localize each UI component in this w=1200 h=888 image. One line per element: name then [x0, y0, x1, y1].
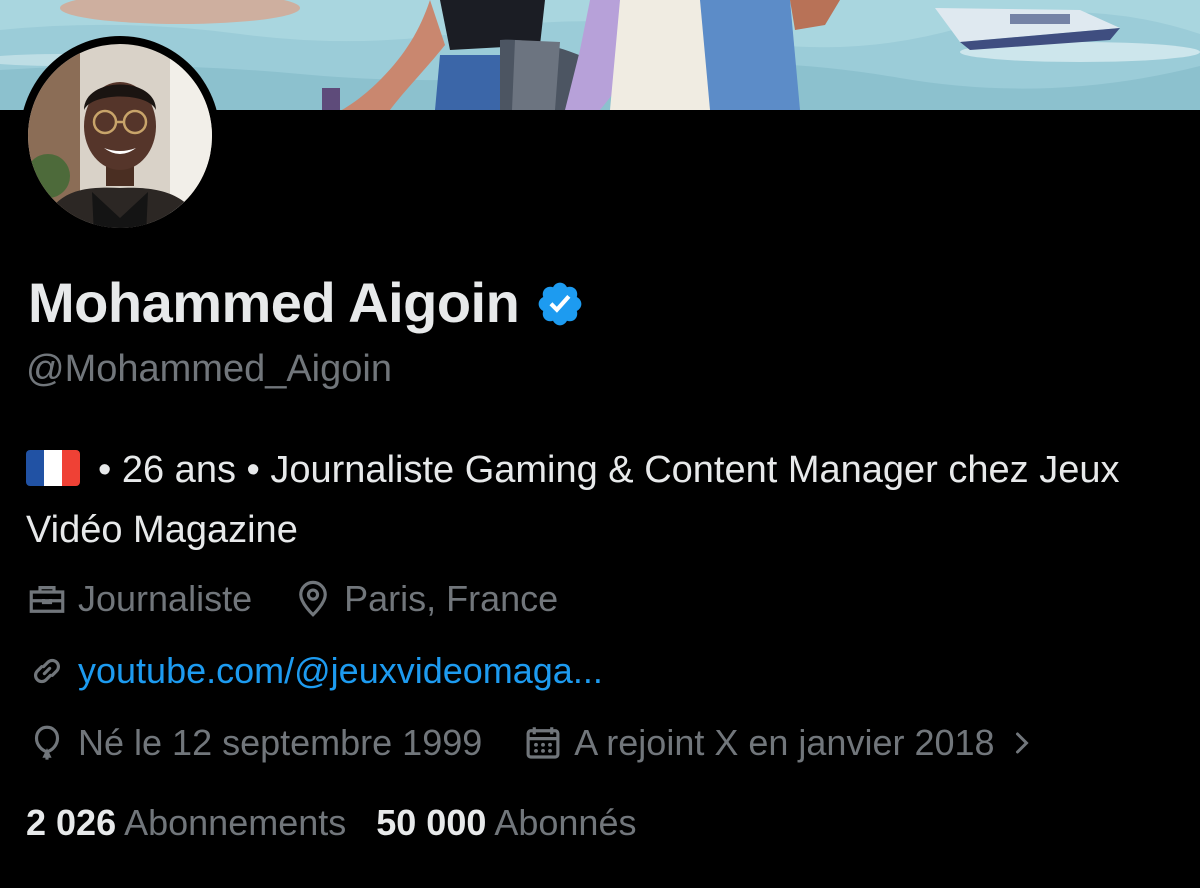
joined-text: A rejoint X en janvier 2018 [574, 722, 995, 763]
birthday: Né le 12 septembre 1999 [26, 722, 482, 764]
website-link[interactable]: youtube.com/@jeuxvideomaga... [78, 650, 603, 692]
following-count: 2 026 [26, 802, 117, 843]
verified-badge-icon[interactable] [535, 279, 585, 329]
profession-text: Journaliste [78, 578, 253, 619]
profile-meta-row-3: Né le 12 septembre 1999 A rejoint X en j… [26, 722, 1087, 764]
followers-count: 50 000 [376, 802, 487, 843]
followers-label: Abonnés [494, 802, 637, 843]
briefcase-icon [29, 586, 65, 613]
name-row: Mohammed Aigoin [28, 262, 585, 342]
calendar-icon [526, 727, 560, 759]
avatar-photo [28, 44, 212, 228]
followers-stat[interactable]: 50 000 Abonnés [376, 802, 636, 844]
location-text: Paris, France [344, 578, 559, 619]
profile-meta-row-2: youtube.com/@jeuxvideomaga... [26, 650, 643, 692]
link-icon [34, 658, 60, 684]
following-label: Abonnements [124, 802, 347, 843]
profile-meta-row-1: Journaliste Paris, France [26, 578, 598, 620]
profession: Journaliste [26, 578, 252, 620]
joined-date[interactable]: A rejoint X en janvier 2018 [522, 722, 1046, 764]
user-handle: @Mohammed_Aigoin [26, 348, 392, 390]
website[interactable]: youtube.com/@jeuxvideomaga... [26, 650, 603, 692]
bio-text: • 26 ans • Journaliste Gaming & Content … [26, 449, 1120, 551]
location-pin-icon [299, 580, 327, 617]
birthday-text: Né le 12 septembre 1999 [78, 722, 483, 763]
avatar[interactable] [20, 36, 220, 236]
location: Paris, France [292, 578, 558, 620]
bio: • 26 ans • Journaliste Gaming & Content … [26, 440, 1186, 560]
flag-france-icon [26, 450, 80, 486]
profile-stats: 2 026 Abonnements 50 000 Abonnés [26, 802, 666, 844]
display-name: Mohammed Aigoin [28, 270, 520, 334]
balloon-icon [34, 725, 60, 760]
following-stat[interactable]: 2 026 Abonnements [26, 802, 346, 844]
chevron-right-icon[interactable] [1007, 725, 1037, 761]
